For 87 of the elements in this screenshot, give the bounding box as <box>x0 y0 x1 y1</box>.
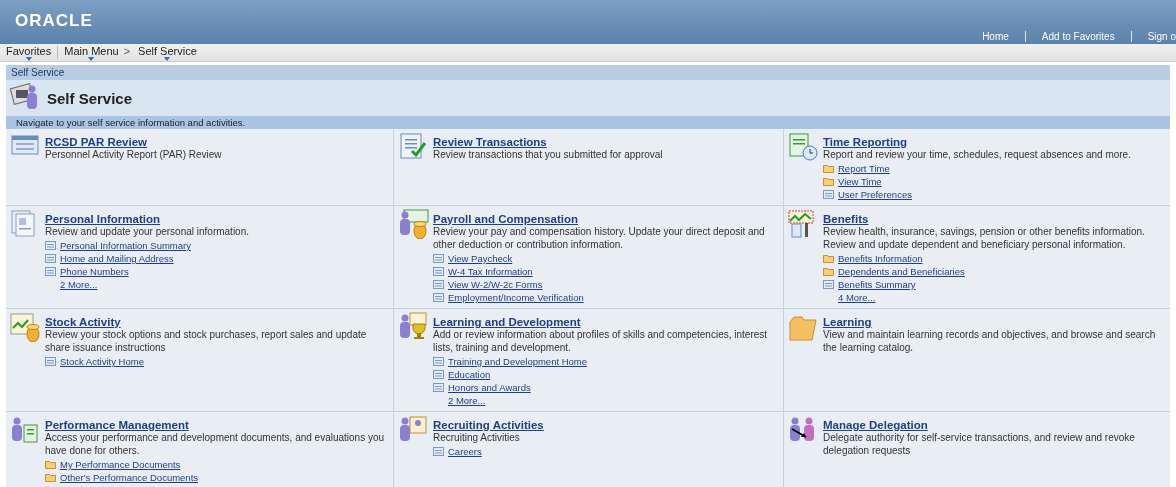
tile-link[interactable]: Benefits Summary <box>838 279 916 290</box>
logo: ORACLE <box>15 11 93 31</box>
page-title: Self Service <box>47 89 133 107</box>
page-icon <box>45 267 56 276</box>
caret-icon <box>163 57 172 61</box>
tile-description: Recruiting Activities <box>433 431 520 444</box>
page-icon <box>823 280 834 289</box>
tile-title-link[interactable]: Recruiting Activities <box>433 419 544 431</box>
breadcrumb: Self Service <box>11 67 65 78</box>
page-icon <box>433 447 444 456</box>
tile-title-link[interactable]: Personal Information <box>45 213 161 225</box>
page-icon <box>433 267 444 276</box>
tile-title-link[interactable]: Manage Delegation <box>823 419 928 431</box>
caret-icon <box>87 57 96 61</box>
breadcrumb-separator: > <box>123 45 131 57</box>
tile-link[interactable]: Benefits Information <box>838 253 923 264</box>
header-link[interactable]: Sign o <box>1130 31 1176 42</box>
person-trophy-icon <box>398 312 429 342</box>
tile-description: Access your performance and development documents, and evaluations you have done for others. <box>45 431 386 457</box>
folder-icon <box>45 460 56 469</box>
person-coins-icon <box>398 209 429 239</box>
page-icon <box>433 280 444 289</box>
tile-title-link[interactable]: Performance Management <box>45 419 189 431</box>
tile-description: View and maintain learning records and objectives, and browse and search the learning catalog. <box>823 328 1157 354</box>
tile-link[interactable]: View W-2/W-2c Forms <box>448 279 543 290</box>
tile-link[interactable]: Education <box>448 369 491 380</box>
more-link[interactable]: 2 More... <box>60 279 98 290</box>
tile-title-link[interactable]: Review Transactions <box>433 136 547 148</box>
tile-link[interactable]: Training and Development Home <box>448 356 588 367</box>
menu-item[interactable]: Self Service <box>138 44 197 61</box>
tile-link[interactable]: My Performance Documents <box>60 459 181 470</box>
page-icon <box>433 357 444 366</box>
page-icon <box>433 370 444 379</box>
tile-link[interactable]: Home and Mailing Address <box>60 253 174 264</box>
page-icon <box>45 254 56 263</box>
tile-title-link[interactable]: RCSD PAR Review <box>45 136 148 148</box>
tile-link[interactable]: W-4 Tax Information <box>448 266 533 277</box>
folder-icon <box>823 164 834 173</box>
tile-title-link[interactable]: Time Reporting <box>823 136 908 148</box>
tile-description: Report and review your time, schedules, request absences and more. <box>823 148 1131 161</box>
tile-title-link[interactable]: Payroll and Compensation <box>433 213 579 225</box>
tile-link[interactable]: Stock Activity Home <box>60 356 144 367</box>
page-icon <box>433 383 444 392</box>
tile-link[interactable]: View Paycheck <box>448 253 513 264</box>
page-description: Navigate to your self service information and activities. <box>16 117 246 128</box>
tile-link[interactable]: Phone Numbers <box>60 266 129 277</box>
page-icon <box>433 254 444 263</box>
tile-description: Review health, insurance, savings, pension or other benefits information. Review and update dependent and beneficiary personal information. <box>823 225 1146 251</box>
tile-description: Review your stock options and stock purchases, report sales and update share issuance instructions <box>45 328 368 354</box>
more-link[interactable]: 2 More... <box>448 395 486 406</box>
menu-item[interactable]: Main Menu <box>64 44 119 61</box>
person-document-icon <box>10 415 41 445</box>
tile-link[interactable]: View Time <box>838 176 882 187</box>
checklist-icon <box>398 132 429 162</box>
folder-icon <box>823 177 834 186</box>
tile-description: Add or review information about profiles of skills and competencies, interest lists, training and development. <box>433 328 769 354</box>
tile-title-link[interactable]: Learning and Development <box>433 316 581 328</box>
clock-icon <box>788 132 819 162</box>
tile-description: Review and update your personal information. <box>45 225 249 238</box>
tile-description: Review your pay and compensation history. Update your direct deposit and other deduction or contribution information. <box>433 225 766 251</box>
header-link[interactable]: Add to Favorites <box>1024 31 1131 42</box>
page-icon <box>433 293 444 302</box>
folder-icon <box>823 267 834 276</box>
page-icon <box>45 241 56 250</box>
tile-title-link[interactable]: Learning <box>823 316 872 328</box>
tile-description: Review transactions that you submitted for approval <box>433 148 663 161</box>
tile-link[interactable]: Personal Information Summary <box>60 240 191 251</box>
header-link[interactable]: Home <box>966 31 1025 42</box>
more-link[interactable]: 4 More... <box>838 292 876 303</box>
chart-coins-icon <box>10 312 41 342</box>
caret-icon <box>24 57 33 61</box>
tile-link[interactable]: Other's Performance Documents <box>60 472 199 483</box>
tile-link[interactable]: Report Time <box>838 163 890 174</box>
tile-title-link[interactable]: Benefits <box>823 213 869 225</box>
page-icon <box>45 357 56 366</box>
tile-description: Personnel Activity Report (PAR) Review <box>45 148 222 161</box>
tile-link[interactable]: User Preferences <box>838 189 912 200</box>
tile-title-link[interactable]: Stock Activity <box>45 316 121 328</box>
tile-link[interactable]: Honors and Awards <box>448 382 531 393</box>
tile-link[interactable]: Dependents and Beneficiaries <box>838 266 965 277</box>
tile-link[interactable]: Careers <box>448 446 482 457</box>
menu-item[interactable]: Favorites <box>6 44 52 61</box>
folder-icon <box>823 254 834 263</box>
tile-description: Delegate authority for self-service transactions, and review and revoke delegation requests <box>823 431 1136 457</box>
tile-link[interactable]: Employment/Income Verification <box>448 292 584 303</box>
page-icon <box>823 190 834 199</box>
folder-icon <box>45 473 56 482</box>
